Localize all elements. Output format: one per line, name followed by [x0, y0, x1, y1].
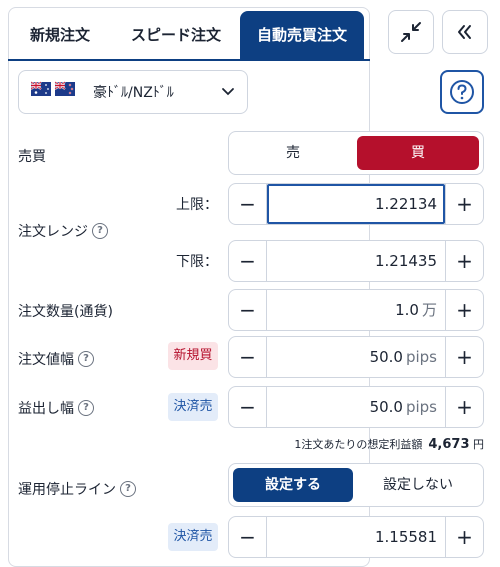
stop-line-off-option[interactable]: 設定しない — [357, 468, 479, 502]
collapse-icon — [401, 22, 421, 42]
au-flag-icon — [30, 81, 51, 96]
quantity-decrement-button[interactable]: − — [229, 290, 267, 330]
stop-line-decrement-button[interactable]: − — [229, 517, 267, 557]
chevron-double-left-icon — [458, 25, 471, 39]
lower-limit-decrement-button[interactable]: − — [229, 241, 267, 281]
lower-limit-input[interactable]: 1.21435 — [267, 241, 445, 281]
tab-underline — [8, 59, 370, 61]
currency-pair-select[interactable]: 豪ﾄﾞﾙ/NZﾄﾞﾙ — [18, 70, 248, 114]
help-button[interactable] — [440, 70, 484, 114]
profit-width-decrement-button[interactable]: − — [229, 387, 267, 427]
upper-limit-decrement-button[interactable]: − — [229, 184, 267, 224]
order-width-decrement-button[interactable]: − — [229, 337, 267, 377]
sidebar-toggle-button[interactable] — [442, 10, 488, 54]
order-width-stepper: − 50.0 pips + — [228, 336, 484, 378]
quantity-increment-button[interactable]: + — [445, 290, 483, 330]
profit-width-unit: pips — [405, 398, 437, 416]
order-width-increment-button[interactable]: + — [445, 337, 483, 377]
buy-option[interactable]: 買 — [357, 136, 479, 170]
stop-line-stepper: − 1.15581 + — [228, 516, 484, 558]
expected-profit-value: 4,673 — [428, 437, 470, 452]
profit-width-stepper: − 50.0 pips + — [228, 386, 484, 428]
sell-option[interactable]: 売 — [233, 136, 353, 170]
quantity-stepper: − 1.0 万 + — [228, 289, 484, 331]
settle-sell-badge: 決済売 — [168, 393, 218, 421]
trade-side-toggle: 売 買 — [228, 131, 484, 175]
upper-limit-stepper: − 1.22134 + — [228, 183, 484, 225]
tab-new-order[interactable]: 新規注文 — [12, 11, 108, 59]
expected-profit: 1注文あたりの想定利益額 4,673 円 — [200, 436, 484, 452]
order-tabs: 新規注文 スピード注文 自動売買注文 — [8, 7, 370, 59]
quantity-label: 注文数量(通貨) — [18, 304, 113, 320]
order-range-label: 注文レンジ ? — [18, 221, 108, 241]
expected-profit-unit: 円 — [473, 438, 484, 451]
lower-limit-increment-button[interactable]: + — [445, 241, 483, 281]
currency-pair-label: 豪ﾄﾞﾙ/NZﾄﾞﾙ — [93, 85, 174, 101]
quantity-unit: 万 — [421, 301, 437, 319]
chevron-down-icon — [222, 88, 234, 96]
order-width-help-icon[interactable]: ? — [78, 351, 94, 367]
order-width-unit: pips — [405, 348, 437, 366]
stop-line-increment-button[interactable]: + — [445, 517, 483, 557]
trade-side-label: 売買 — [18, 149, 46, 165]
nz-flag-icon — [54, 81, 75, 96]
lower-limit-label: 下限： — [176, 254, 218, 270]
upper-limit-input[interactable]: 1.22134 — [267, 184, 445, 224]
quantity-input[interactable]: 1.0 万 — [267, 290, 445, 330]
order-width-label: 注文値幅 ? — [18, 349, 94, 369]
profit-width-input[interactable]: 50.0 pips — [267, 387, 445, 427]
profit-width-increment-button[interactable]: + — [445, 387, 483, 427]
stop-line-input[interactable]: 1.15581 — [267, 517, 445, 557]
order-range-help-icon[interactable]: ? — [92, 223, 108, 239]
expected-profit-label: 1注文あたりの想定利益額 — [294, 438, 423, 451]
help-circle-icon — [450, 80, 474, 104]
upper-limit-increment-button[interactable]: + — [445, 184, 483, 224]
upper-limit-label: 上限： — [176, 197, 218, 213]
stop-line-label: 運用停止ライン ? — [18, 479, 136, 499]
tab-auto-trade-order[interactable]: 自動売買注文 — [240, 11, 364, 59]
lower-limit-stepper: − 1.21435 + — [228, 240, 484, 282]
stop-line-toggle: 設定する 設定しない — [228, 463, 484, 507]
tab-speed-order[interactable]: スピード注文 — [114, 11, 238, 59]
currency-flags — [30, 80, 77, 104]
profit-width-help-icon[interactable]: ? — [78, 400, 94, 416]
stop-line-on-option[interactable]: 設定する — [233, 468, 353, 502]
stop-line-help-icon[interactable]: ? — [120, 481, 136, 497]
stop-line-settle-sell-badge: 決済売 — [168, 523, 218, 551]
profit-width-label: 益出し幅 ? — [18, 398, 94, 418]
order-width-input[interactable]: 50.0 pips — [267, 337, 445, 377]
collapse-button[interactable] — [388, 10, 434, 54]
new-buy-badge: 新規買 — [168, 342, 218, 370]
